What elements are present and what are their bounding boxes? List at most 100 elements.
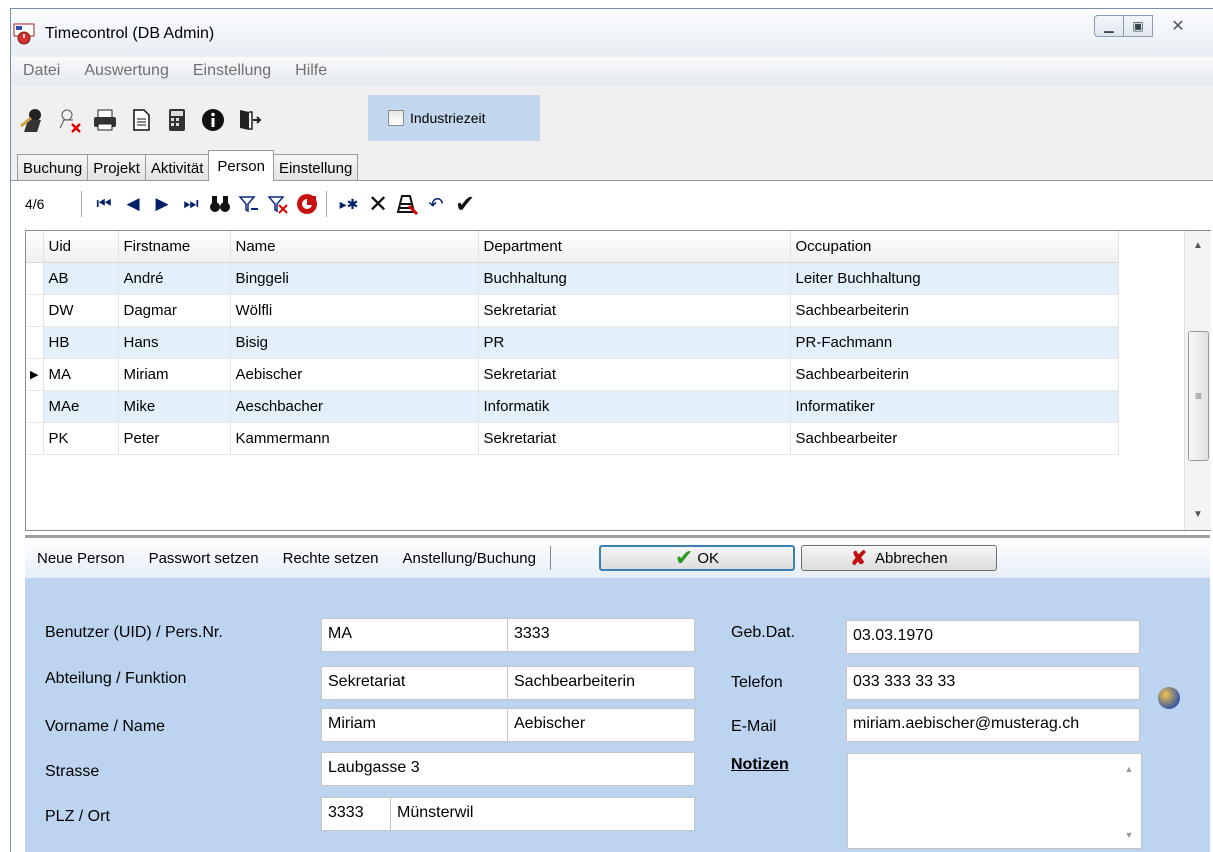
- column-header-name[interactable]: Name: [230, 231, 479, 263]
- calculator-icon[interactable]: [163, 106, 191, 134]
- cell-department[interactable]: PR: [478, 326, 791, 359]
- table-row[interactable]: DW Dagmar Wölfli Sekretariat Sachbearbei…: [26, 294, 1119, 327]
- birthdate-field[interactable]: 03.03.1970: [846, 620, 1140, 654]
- menu-auswertung[interactable]: Auswertung: [72, 62, 181, 80]
- globe-icon[interactable]: [1158, 687, 1180, 709]
- cell-occupation[interactable]: Sachbearbeiter: [790, 422, 1119, 455]
- cell-name[interactable]: Aebischer: [230, 358, 479, 391]
- lastname-field[interactable]: Aebischer: [507, 708, 695, 742]
- notes-textarea[interactable]: ▲ ▼: [847, 753, 1142, 849]
- last-record-icon[interactable]: ⏭: [178, 191, 204, 217]
- industriezeit-checkbox[interactable]: [388, 110, 404, 126]
- cell-name[interactable]: Aeschbacher: [230, 390, 479, 423]
- new-person-button[interactable]: Neue Person: [25, 550, 137, 567]
- search-binoculars-icon[interactable]: [207, 191, 233, 217]
- cell-firstname[interactable]: Mike: [118, 390, 231, 423]
- minimize-button[interactable]: ▁: [1094, 15, 1124, 37]
- cell-occupation[interactable]: PR-Fachmann: [790, 326, 1119, 359]
- menu-datei[interactable]: Datei: [11, 62, 72, 80]
- city-field[interactable]: Münsterwil: [390, 797, 695, 831]
- row-selector[interactable]: [26, 326, 44, 359]
- cell-name[interactable]: Wölfli: [230, 294, 479, 327]
- cell-firstname[interactable]: Miriam: [118, 358, 231, 391]
- cell-uid[interactable]: MA: [43, 358, 119, 391]
- filter-icon[interactable]: [236, 191, 262, 217]
- grid-vertical-scrollbar[interactable]: ▲ ≡ ▼: [1184, 231, 1211, 530]
- cell-name[interactable]: Kammermann: [230, 422, 479, 455]
- menu-hilfe[interactable]: Hilfe: [283, 62, 339, 80]
- undo-icon[interactable]: ↶: [423, 191, 449, 217]
- cell-department[interactable]: Informatik: [478, 390, 791, 423]
- ok-button[interactable]: ✔ OK: [598, 545, 795, 571]
- printer-icon[interactable]: [91, 106, 119, 134]
- cell-occupation[interactable]: Leiter Buchhaltung: [790, 262, 1119, 295]
- firstname-field[interactable]: Miriam: [321, 708, 508, 742]
- row-selector[interactable]: [26, 390, 44, 423]
- cell-occupation[interactable]: Sachbearbeiterin: [790, 294, 1119, 327]
- tab-projekt[interactable]: Projekt: [87, 154, 146, 181]
- cell-uid[interactable]: MAe: [43, 390, 119, 423]
- row-selector[interactable]: [26, 294, 44, 327]
- menu-einstellung[interactable]: Einstellung: [181, 62, 283, 80]
- cell-firstname[interactable]: Peter: [118, 422, 231, 455]
- notes-scrollbar[interactable]: ▲ ▼: [1117, 754, 1141, 848]
- column-header-occupation[interactable]: Occupation: [790, 231, 1119, 263]
- refresh-icon[interactable]: [294, 191, 320, 217]
- set-rights-button[interactable]: Rechte setzen: [271, 550, 391, 567]
- scroll-up-icon[interactable]: ▲: [1117, 764, 1141, 774]
- table-row-current[interactable]: ▶ MA Miriam Aebischer Sekretariat Sachbe…: [26, 358, 1119, 391]
- document-icon[interactable]: [127, 106, 155, 134]
- table-row[interactable]: PK Peter Kammermann Sekretariat Sachbear…: [26, 422, 1119, 455]
- exit-door-icon[interactable]: [235, 106, 263, 134]
- delete-record-icon[interactable]: ✕: [365, 191, 391, 218]
- employment-booking-button[interactable]: Anstellung/Buchung: [391, 550, 548, 567]
- cell-name[interactable]: Binggeli: [230, 262, 479, 295]
- table-row[interactable]: AB André Binggeli Buchhaltung Leiter Buc…: [26, 262, 1119, 295]
- current-row-indicator-icon[interactable]: ▶: [26, 358, 44, 391]
- tab-person[interactable]: Person: [208, 150, 274, 181]
- set-password-button[interactable]: Passwort setzen: [137, 550, 271, 567]
- edit-record-icon[interactable]: [394, 191, 420, 217]
- cell-firstname[interactable]: André: [118, 262, 231, 295]
- table-row[interactable]: MAe Mike Aeschbacher Informatik Informat…: [26, 390, 1119, 423]
- cell-firstname[interactable]: Dagmar: [118, 294, 231, 327]
- email-field[interactable]: miriam.aebischer@musterag.ch: [846, 708, 1140, 742]
- maximize-button[interactable]: ▣: [1123, 15, 1153, 37]
- cell-uid[interactable]: PK: [43, 422, 119, 455]
- tab-aktivitaet[interactable]: Aktivität: [144, 154, 210, 181]
- close-button[interactable]: ✕: [1152, 15, 1204, 37]
- zip-field[interactable]: 3333: [321, 797, 391, 831]
- cell-uid[interactable]: DW: [43, 294, 119, 327]
- first-record-icon[interactable]: ⏮: [91, 191, 117, 217]
- column-header-department[interactable]: Department: [478, 231, 791, 263]
- scroll-down-icon[interactable]: ▼: [1117, 830, 1141, 840]
- user-edit-icon[interactable]: [19, 106, 47, 134]
- person-grid[interactable]: Uid Firstname Name Department Occupation…: [25, 230, 1211, 531]
- cell-department[interactable]: Sekretariat: [478, 422, 791, 455]
- uid-field[interactable]: MA: [321, 618, 508, 652]
- cell-occupation[interactable]: Informatiker: [790, 390, 1119, 423]
- cell-name[interactable]: Bisig: [230, 326, 479, 359]
- scroll-up-icon[interactable]: ▲: [1185, 235, 1211, 257]
- post-record-checkmark-icon[interactable]: ✔: [452, 191, 478, 218]
- notes-link[interactable]: Notizen: [731, 756, 789, 774]
- cell-department[interactable]: Sekretariat: [478, 294, 791, 327]
- function-field[interactable]: Sachbearbeiterin: [507, 666, 695, 700]
- street-field[interactable]: Laubgasse 3: [321, 752, 695, 786]
- previous-record-icon[interactable]: ◀: [120, 191, 146, 217]
- scroll-down-icon[interactable]: ▼: [1185, 504, 1211, 526]
- scrollbar-thumb[interactable]: ≡: [1188, 331, 1209, 461]
- user-delete-icon[interactable]: [55, 106, 83, 134]
- cell-department[interactable]: Buchhaltung: [478, 262, 791, 295]
- clear-filter-icon[interactable]: [265, 191, 291, 217]
- tab-einstellung[interactable]: Einstellung: [272, 154, 359, 181]
- pers-nr-field[interactable]: 3333: [507, 618, 695, 652]
- cell-uid[interactable]: AB: [43, 262, 119, 295]
- department-field[interactable]: Sekretariat: [321, 666, 508, 700]
- table-row[interactable]: HB Hans Bisig PR PR-Fachmann: [26, 326, 1119, 359]
- column-header-uid[interactable]: Uid: [43, 231, 119, 263]
- cell-occupation[interactable]: Sachbearbeiterin: [790, 358, 1119, 391]
- row-selector[interactable]: [26, 422, 44, 455]
- cell-uid[interactable]: HB: [43, 326, 119, 359]
- cancel-button[interactable]: ✘ Abbrechen: [800, 545, 997, 571]
